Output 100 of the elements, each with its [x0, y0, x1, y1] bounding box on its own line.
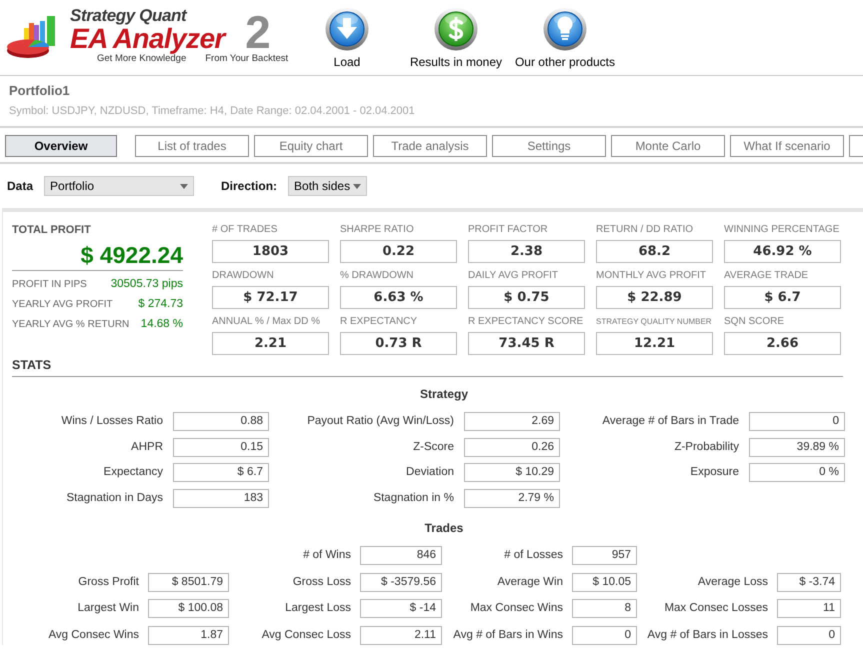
metric-label: PROFIT FACTOR	[468, 223, 548, 237]
stat-label: Avg # of Bars in Wins	[453, 628, 563, 642]
tab[interactable]: Monte Carlo	[611, 135, 725, 157]
metric-value: 46.92 %	[724, 240, 841, 263]
tab[interactable]: Settings	[492, 135, 606, 157]
tab[interactable]: Trade analysis	[373, 135, 487, 157]
metric-value: 0.22	[340, 240, 457, 263]
stat-field: 0	[749, 412, 845, 431]
metric-label: SQN SCORE	[724, 315, 784, 329]
metric-label: SHARPE RATIO	[340, 223, 414, 237]
stat-field: 0.26	[464, 438, 560, 456]
stat-field: $ -14	[360, 599, 442, 618]
detail-value: $ 274.73	[138, 298, 183, 310]
stat-field: 8	[572, 599, 637, 618]
metric-label: AVERAGE TRADE	[724, 269, 808, 283]
stat-label: Avg # of Bars in Losses	[647, 628, 768, 642]
metric-value: 2.38	[468, 240, 585, 263]
metric-label: DRAWDOWN	[212, 269, 274, 283]
metric-label: WINNING PERCENTAGE	[724, 223, 840, 237]
filter-label: Direction:	[221, 179, 278, 193]
stat-field: 957	[572, 546, 637, 565]
stat-field: 0	[777, 626, 841, 644]
section-title: STATS	[12, 358, 52, 372]
stat-label: AHPR	[131, 440, 163, 454]
tab[interactable]: List of trades	[135, 135, 249, 157]
stat-label: Average Win	[497, 574, 563, 590]
stat-label: Deviation	[406, 465, 454, 480]
metric-value: 6.63 %	[340, 286, 457, 309]
stat-field: 0.15	[173, 438, 269, 456]
tab[interactable]: Equity chart	[254, 135, 368, 157]
metric-label: # OF TRADES	[212, 223, 278, 237]
metric-label: R EXPECTANCY SCORE	[468, 315, 584, 329]
stat-label: Stagnation in Days	[66, 490, 163, 506]
metric-value: 2.21	[212, 332, 329, 355]
caret-icon	[180, 184, 188, 188]
metric-value: $ 22.89	[596, 286, 713, 309]
metric-label: RETURN / DD RATIO	[596, 223, 694, 237]
tab[interactable]: What If scenario	[730, 135, 844, 157]
stat-label: Largest Win	[78, 601, 139, 616]
detail-value: 14.68 %	[140, 318, 183, 330]
detail-label: YEARLY AVG PROFIT	[12, 298, 113, 310]
stat-field: 0	[572, 626, 637, 644]
metric-label: DAILY AVG PROFIT	[468, 269, 558, 283]
filter-label: Data	[7, 179, 34, 193]
stat-field: 2.11	[360, 626, 442, 644]
stat-label: Gross Profit	[78, 574, 139, 590]
metric-label: % DRAWDOWN	[340, 269, 414, 283]
metric-label: MONTHLY AVG PROFIT	[596, 269, 706, 283]
metric-label: ANNUAL % / Max DD %	[212, 315, 320, 329]
stat-label: Largest Loss	[285, 601, 351, 616]
stat-label: Average # of Bars in Trade	[602, 414, 739, 429]
stat-field: 39.89 %	[749, 438, 845, 456]
stat-label: # of Wins	[303, 548, 351, 563]
detail-label: PROFIT IN PIPS	[12, 278, 87, 290]
toolbar-button[interactable]: Results in money	[406, 7, 506, 69]
stat-label: Wins / Losses Ratio	[61, 414, 163, 429]
stat-field: $ 10.05	[572, 572, 637, 592]
metric-label: R EXPECTANCY	[340, 315, 418, 329]
toolbar-button[interactable]: Load	[317, 7, 377, 69]
dropdown[interactable]: Portfolio	[44, 176, 194, 196]
stat-field: 2.79 %	[464, 488, 560, 508]
tab[interactable]: Overview	[5, 135, 117, 157]
stat-label: Stagnation in %	[373, 490, 454, 506]
stat-label: Payout Ratio (Avg Win/Loss)	[307, 414, 454, 429]
total-profit-label: TOTAL PROFIT	[12, 223, 91, 238]
stat-field: $ -3579.56	[360, 572, 442, 592]
metric-value: $ 72.17	[212, 286, 329, 309]
stat-label: Expectancy	[104, 465, 163, 480]
stat-field: 2.69	[464, 412, 560, 431]
stat-label: # of Losses	[504, 548, 563, 563]
stat-label: Average Loss	[698, 574, 768, 590]
stat-label: Avg Consec Wins	[48, 628, 139, 642]
toolbar-button[interactable]: Our other products	[510, 7, 620, 69]
detail-label: YEARLY AVG % RETURN	[12, 318, 130, 330]
portfolio-details: Symbol: USDJPY, NZDUSD, Timeframe: H4, Date Range: 02.04.2001 - 02.04.2001	[9, 104, 415, 118]
stat-field: 0.88	[173, 412, 269, 431]
stat-field: $ 8501.79	[148, 572, 229, 592]
caret-icon	[353, 184, 362, 188]
stat-label: Gross Loss	[292, 574, 351, 590]
stat-field: $ 6.7	[173, 463, 269, 482]
product-name: EA Analyzer	[70, 24, 225, 54]
stat-field: $ 10.29	[464, 463, 560, 482]
tagline: From Your Backtest	[205, 53, 288, 64]
tagline: Get More Knowledge	[97, 53, 186, 64]
stat-field: $ 100.08	[148, 599, 229, 618]
stat-field: 11	[777, 599, 841, 618]
stat-field: 0 %	[749, 463, 845, 482]
stat-label: Max Consec Losses	[664, 601, 768, 616]
stat-field: 183	[173, 488, 269, 508]
metric-value: 68.2	[596, 240, 713, 263]
stat-label: Z-Score	[413, 440, 454, 454]
stat-field: 846	[360, 546, 442, 565]
dollar-icon	[434, 7, 478, 51]
tab[interactable]	[849, 135, 863, 157]
metric-value: 2.66	[724, 332, 841, 355]
dropdown[interactable]: Both sides	[288, 176, 368, 196]
brand-name: Strategy Quant	[70, 7, 186, 24]
stat-label: Exposure	[690, 465, 739, 480]
download-icon	[325, 7, 369, 51]
stat-label: Avg Consec Loss	[262, 628, 351, 642]
